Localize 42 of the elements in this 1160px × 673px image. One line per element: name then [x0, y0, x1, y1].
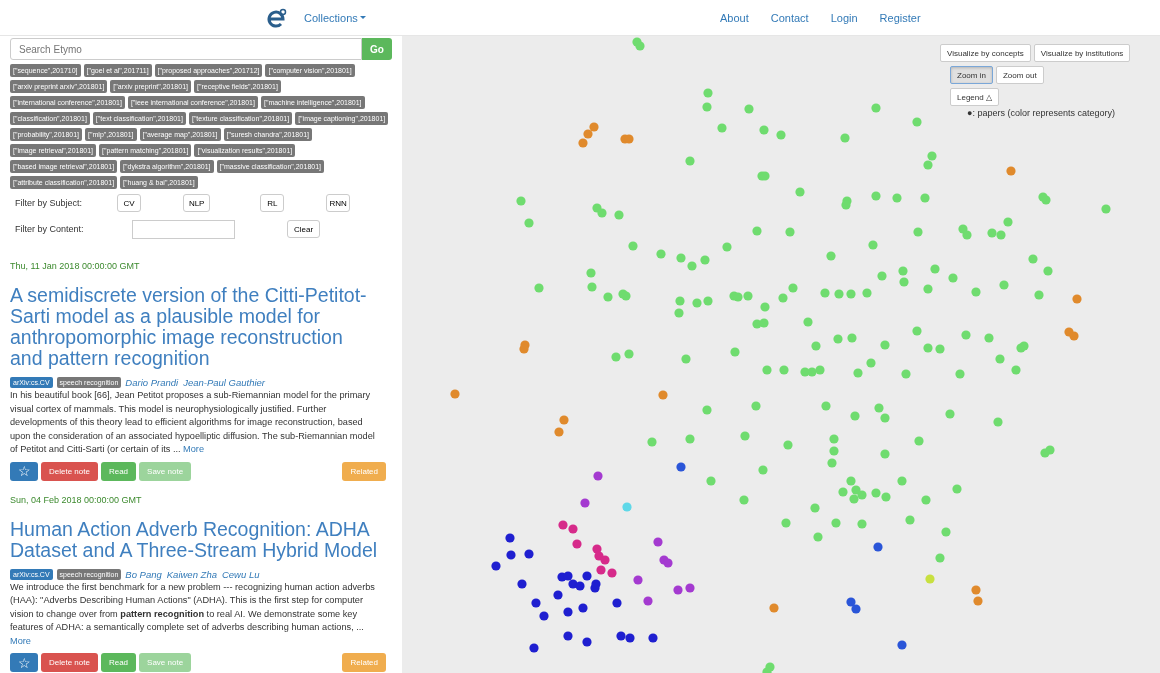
subject-button[interactable]: CV — [117, 194, 141, 212]
nav-link[interactable]: About — [720, 11, 749, 24]
caret-icon — [359, 16, 366, 19]
content-filter-field[interactable] — [132, 219, 235, 239]
action-button[interactable]: Read — [100, 653, 137, 672]
paper-abstract: We introduce the first benchmark for a new problem --- recognizing human action adverbs (HAA): "Adverbs Describing Human Actions" (ADHA). This is the first step for computer vision to change over from pattern recognition to real AI. We demonstrate some key features of ADHA: a semantically complete set of adverbs describing human actions, ... More — [10, 580, 376, 648]
subject-button[interactable]: RL — [260, 194, 285, 212]
paper-title[interactable]: A semidiscrete version of the Citti-Petitot-Sarti model as a plausible model for anthropomorphic image reconstruction and pattern recognition — [10, 285, 380, 369]
subject-button[interactable]: NLP — [183, 194, 211, 212]
nav-link[interactable]: Contact — [770, 11, 809, 24]
author-link[interactable]: Bo Pang — [125, 568, 162, 580]
author-link[interactable]: Jean-Paul Gauthier — [183, 377, 265, 388]
legend-button[interactable]: Legend △ — [950, 88, 999, 106]
collections-menu[interactable]: Collections — [304, 11, 366, 24]
paper-date: Thu, 11 Jan 2018 00:00:00 GMT — [10, 261, 141, 271]
star-button[interactable]: ☆ — [10, 461, 38, 481]
subject-button[interactable]: RNN — [326, 194, 350, 212]
action-button[interactable]: Read — [100, 461, 137, 481]
go-button[interactable]: Go — [362, 38, 392, 60]
search-field[interactable]: Search Etymo — [10, 38, 362, 60]
more-link[interactable]: More — [10, 635, 31, 646]
more-link[interactable]: More — [183, 444, 205, 454]
author-link[interactable]: Kaiwen Zha — [166, 568, 217, 580]
nav-link[interactable]: Register — [879, 11, 921, 24]
paper-date: Sun, 04 Feb 2018 00:00:00 GMT — [10, 494, 143, 505]
star-button[interactable]: ☆ — [10, 653, 38, 672]
author-link[interactable]: Dario Prandi — [125, 377, 179, 388]
nav-link[interactable]: Login — [830, 11, 858, 24]
visualize-button[interactable]: Visualize by institutions — [1033, 44, 1131, 62]
logo-icon[interactable] — [266, 6, 288, 29]
action-button[interactable]: Delete note — [41, 653, 98, 672]
filter-label: Filter by Content: — [14, 224, 85, 234]
visualize-button[interactable]: Visualize by concepts — [940, 44, 1031, 62]
filter-label: Filter by Subject: — [14, 198, 84, 208]
legend-text: ●: papers (color represents category) — [967, 108, 1116, 118]
paper-abstract: In his beautiful book [66], Jean Petitot proposes a sub-Riemannian model for the primary visual cortex of mammals. This model is neurophysiologically justified. Further developments of this theory lead to efficient algorithms for image reconstruction, based upon the consideration of an associated hypoelliptic diffusion. The sub-Riemannian model of Petitot and Citti-Sarti (or certain of its ... More — [10, 389, 376, 456]
paper-title[interactable]: Human Action Adverb Recognition: ADHA Dataset and A Three-Stream Hybrid Model — [10, 518, 380, 561]
clear-button[interactable]: Clear — [287, 220, 320, 238]
author-link[interactable]: Cewu Lu — [221, 568, 260, 580]
action-button[interactable]: Delete note — [41, 461, 98, 481]
zoom-button[interactable]: Zoom out — [995, 66, 1044, 84]
zoom-button[interactable]: Zoom in — [950, 66, 993, 84]
